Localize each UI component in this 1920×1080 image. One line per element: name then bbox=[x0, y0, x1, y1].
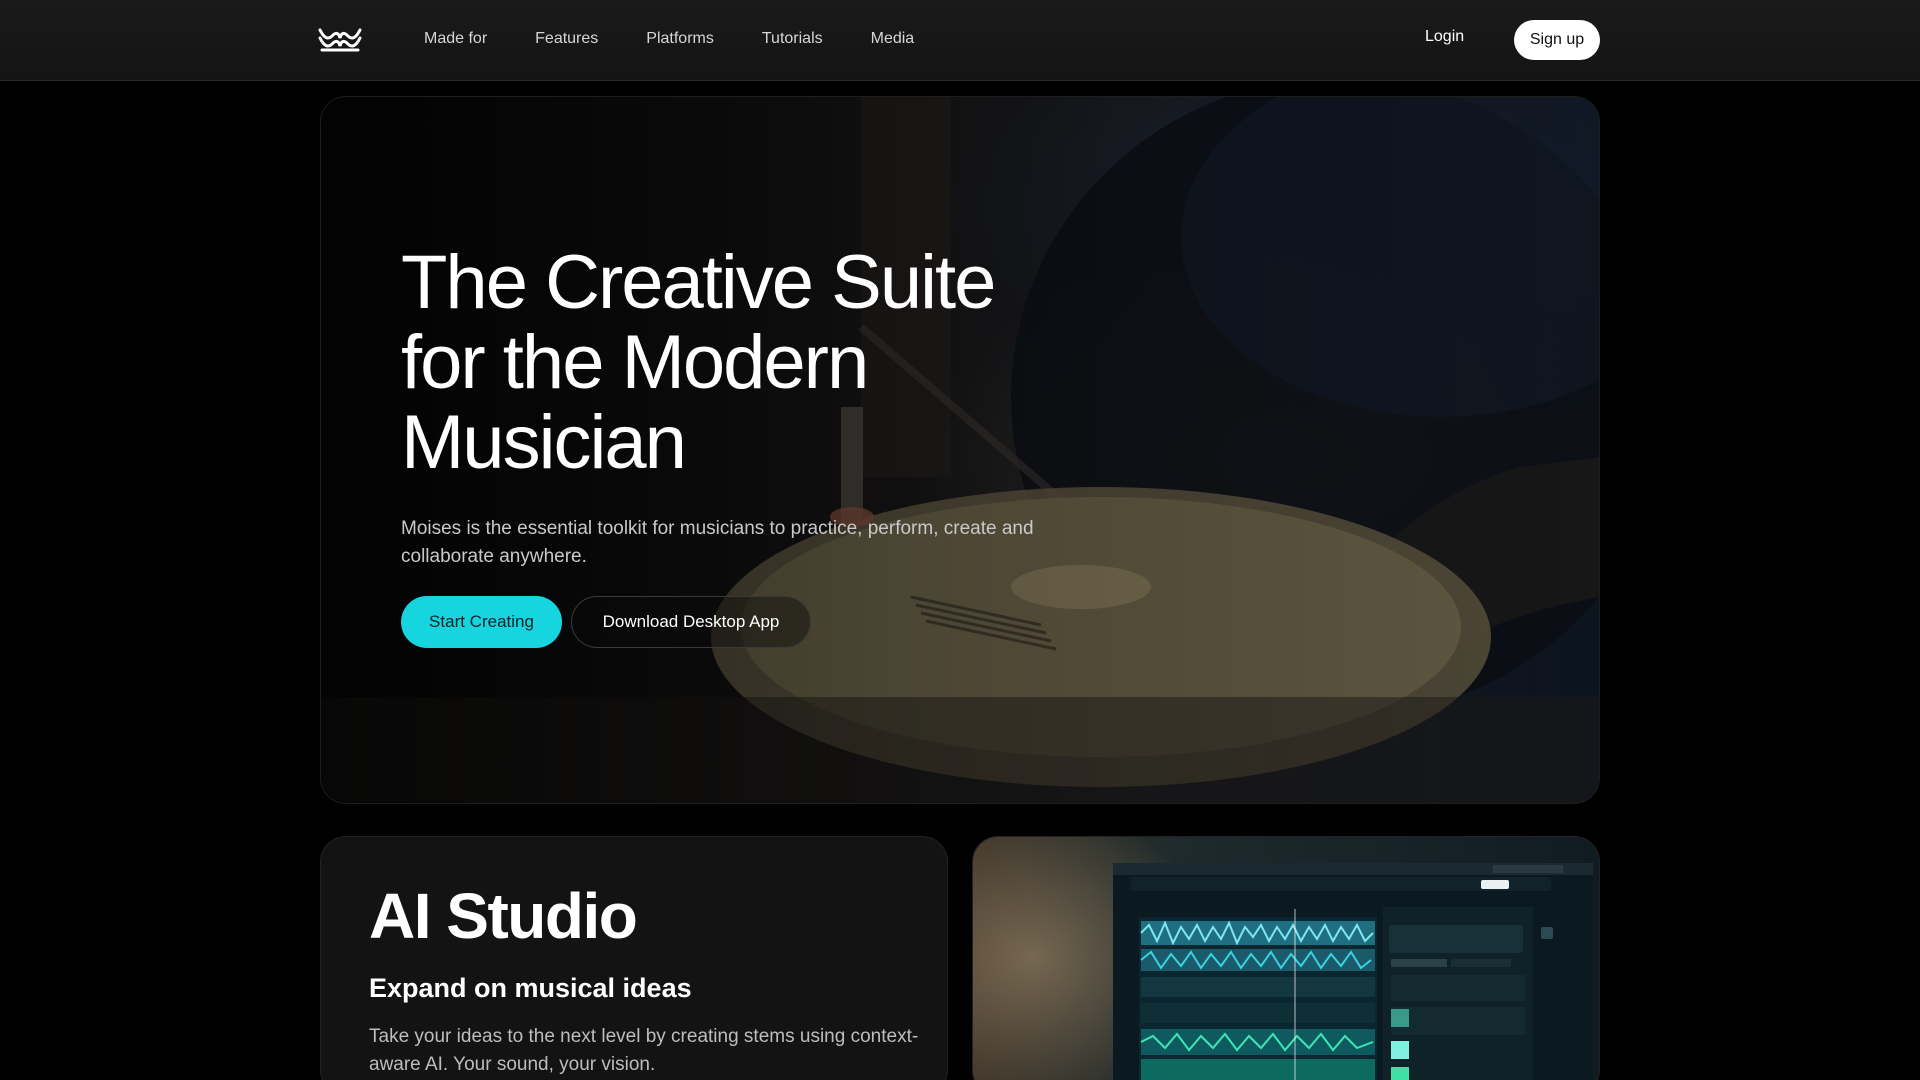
ai-studio-title: AI Studio bbox=[369, 880, 638, 952]
hero-title: The Creative Suite for the Modern Musici… bbox=[401, 243, 1101, 483]
hero-subtitle: Moises is the essential toolkit for musi… bbox=[401, 518, 1034, 567]
app-screenshot-image bbox=[1113, 863, 1593, 1080]
login-link[interactable]: Login bbox=[1425, 28, 1464, 46]
sign-up-button[interactable]: Sign up bbox=[1514, 20, 1600, 60]
download-desktop-app-button[interactable]: Download Desktop App bbox=[571, 596, 811, 648]
main-nav: Made for Features Platforms Tutorials Me… bbox=[400, 0, 938, 78]
start-creating-button[interactable]: Start Creating bbox=[401, 596, 562, 648]
app-preview-card bbox=[972, 836, 1600, 1080]
hero-title-line-1: The Creative Suite bbox=[401, 240, 996, 325]
hero-title-line-2: for the Modern bbox=[401, 320, 869, 405]
nav-tutorials[interactable]: Tutorials bbox=[738, 30, 847, 48]
nav-platforms[interactable]: Platforms bbox=[622, 30, 738, 48]
hero-section: The Creative Suite for the Modern Musici… bbox=[320, 96, 1600, 804]
nav-made-for[interactable]: Made for bbox=[400, 30, 511, 48]
hero-title-line-3: Musician bbox=[401, 400, 687, 485]
ai-studio-description: Take your ideas to the next level by cre… bbox=[369, 1026, 919, 1075]
ai-studio-subtitle: Expand on musical ideas bbox=[369, 973, 692, 1003]
nav-media[interactable]: Media bbox=[847, 30, 939, 48]
top-navigation: Made for Features Platforms Tutorials Me… bbox=[0, 0, 1920, 81]
moises-logo-icon[interactable] bbox=[318, 26, 362, 54]
ai-studio-card: AI Studio Expand on musical ideas Take y… bbox=[320, 836, 948, 1080]
nav-features[interactable]: Features bbox=[511, 30, 622, 48]
